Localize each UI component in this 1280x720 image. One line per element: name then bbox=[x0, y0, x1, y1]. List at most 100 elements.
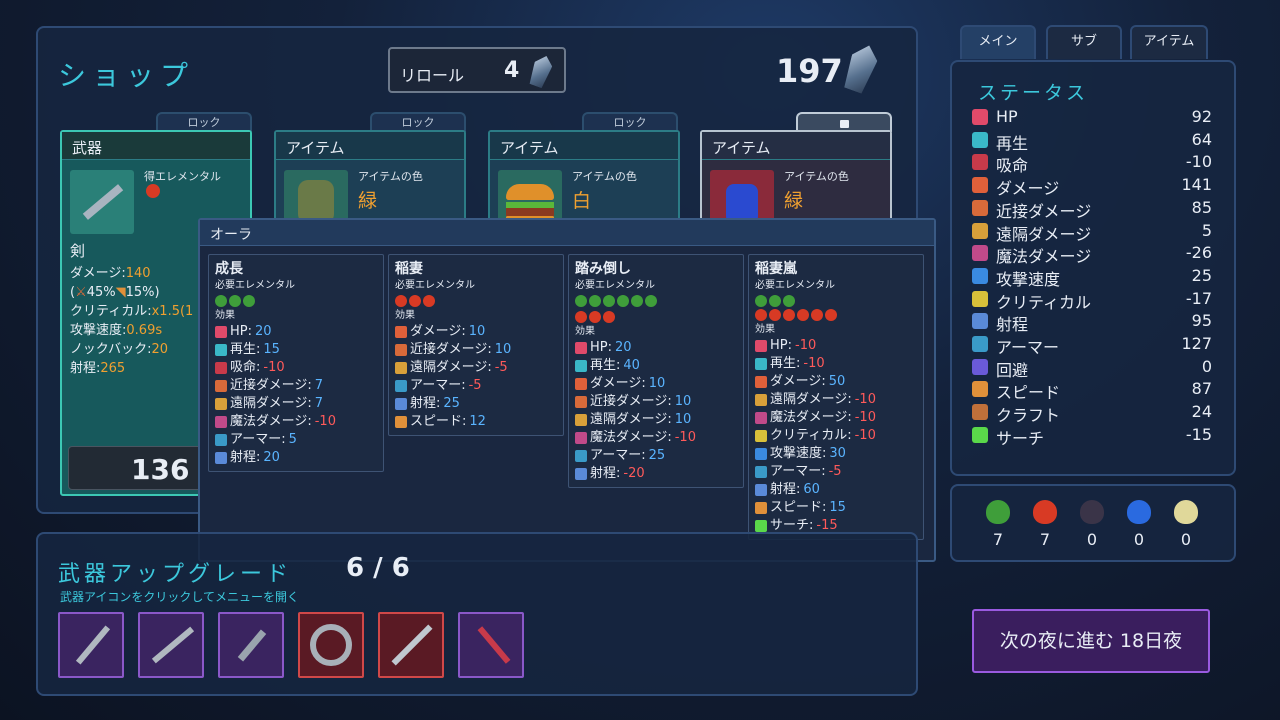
aura-stat: 再生: 40 bbox=[575, 357, 737, 375]
status-row: 射程 95 bbox=[972, 310, 1212, 335]
required-elements-label: 必要エレメンタル bbox=[575, 280, 655, 291]
lock-button[interactable]: ロック bbox=[370, 112, 466, 132]
stat-icon bbox=[972, 267, 988, 284]
card-type: アイテム bbox=[276, 132, 464, 160]
stat-name: クリティカル bbox=[996, 292, 1092, 312]
blade-icon bbox=[391, 624, 433, 666]
weapon-name: 剣 bbox=[70, 242, 86, 260]
aura-title: オーラ bbox=[200, 220, 934, 246]
aura-stat: 射程: 25 bbox=[395, 395, 557, 413]
stat-name: サーチ bbox=[996, 428, 1045, 448]
weapon-slot-blade[interactable] bbox=[378, 612, 444, 678]
stat-icon bbox=[395, 380, 407, 392]
element-count: 0 bbox=[1086, 530, 1098, 549]
crystal-icon bbox=[527, 53, 555, 89]
reroll-button[interactable]: リロール 4 bbox=[388, 47, 566, 93]
stat-name: 射程 bbox=[996, 315, 1029, 335]
aura-stat: 攻撃速度: 30 bbox=[755, 445, 917, 463]
green-element-icon bbox=[769, 295, 781, 307]
status-title: ステータス bbox=[978, 82, 1089, 104]
weapon-slot-sword[interactable] bbox=[138, 612, 204, 678]
stat-value: 85 bbox=[1191, 197, 1212, 217]
stat-icon bbox=[755, 502, 767, 514]
stat-icon bbox=[575, 432, 587, 444]
stat-icon bbox=[395, 398, 407, 410]
element-count: 0 bbox=[1133, 530, 1145, 549]
stat-icon bbox=[755, 412, 767, 424]
status-row: サーチ -15 bbox=[972, 424, 1212, 448]
element-count: 7 bbox=[1039, 530, 1051, 549]
aura-stat: 遠隔ダメージ: -10 bbox=[755, 391, 917, 409]
stat-icon bbox=[972, 313, 988, 330]
stat-value: 95 bbox=[1191, 311, 1212, 331]
weapon-slot-spear[interactable] bbox=[58, 612, 124, 678]
stat-name: 回避 bbox=[996, 360, 1029, 380]
lock-button[interactable]: ロック bbox=[582, 112, 678, 132]
stat-icon bbox=[755, 394, 767, 406]
status-row: ダメージ 141 bbox=[972, 174, 1212, 198]
tab-main[interactable]: メイン bbox=[960, 25, 1036, 59]
weapon-slot-dagger[interactable] bbox=[218, 612, 284, 678]
green-element-icon bbox=[215, 295, 227, 307]
required-elements-label: 必要エレメンタル bbox=[755, 280, 835, 291]
element-dots bbox=[395, 295, 557, 307]
element-count: 7 bbox=[992, 530, 1004, 549]
stat-name: スピード bbox=[996, 383, 1061, 403]
weapon-slot-sickle[interactable] bbox=[458, 612, 524, 678]
stat-icon bbox=[972, 109, 988, 125]
stat-icon bbox=[395, 344, 407, 356]
shop-title: ショップ bbox=[58, 59, 195, 92]
lock-button[interactable] bbox=[796, 112, 892, 132]
aura-stat: 再生: -10 bbox=[755, 355, 917, 373]
stat-value: 5 bbox=[1201, 220, 1212, 240]
card-type: 武器 bbox=[62, 132, 250, 160]
sickle-icon bbox=[477, 626, 511, 664]
padlock-icon bbox=[839, 120, 849, 128]
stat-name: 近接ダメージ bbox=[996, 201, 1092, 221]
aura-stat: スピード: 12 bbox=[395, 413, 557, 431]
stat-icon bbox=[755, 466, 767, 478]
green-element-icon bbox=[645, 295, 657, 307]
status-row: 遠隔ダメージ 5 bbox=[972, 220, 1212, 244]
required-elements-label: 必要エレメンタル bbox=[215, 280, 295, 291]
stat-value: 0 bbox=[1201, 356, 1212, 376]
red-element-icon bbox=[811, 309, 823, 321]
aura-stat: ダメージ: 50 bbox=[755, 373, 917, 391]
price: 136 bbox=[131, 453, 190, 486]
stat-name: HP bbox=[996, 107, 1018, 126]
element-icon bbox=[1080, 500, 1104, 524]
red-element-icon bbox=[395, 295, 407, 307]
stat-value: -26 bbox=[1185, 243, 1212, 263]
stat-icon bbox=[972, 336, 988, 352]
green-element-icon bbox=[603, 295, 615, 307]
red-element-icon bbox=[575, 311, 587, 323]
red-element-icon bbox=[409, 295, 421, 307]
next-night-button[interactable]: 次の夜に進む 18日夜 bbox=[972, 609, 1210, 673]
card-label: アイテムの色 bbox=[358, 170, 423, 183]
stat-icon bbox=[972, 177, 988, 194]
stat-value: -10 bbox=[1185, 152, 1212, 172]
stat-icon bbox=[395, 362, 407, 374]
aura-stat: HP: -10 bbox=[755, 337, 917, 355]
red-element-icon bbox=[423, 295, 435, 307]
aura-stat: 近接ダメージ: 7 bbox=[215, 377, 377, 395]
aura-name: 稲妻嵐 bbox=[755, 261, 797, 277]
stat-value: 25 bbox=[1191, 265, 1212, 285]
tab-items[interactable]: アイテム bbox=[1130, 25, 1208, 59]
aura-stat: 遠隔ダメージ: -5 bbox=[395, 359, 557, 377]
stat-name: アーマー bbox=[996, 338, 1060, 357]
green-element-icon bbox=[783, 295, 795, 307]
weapon-slot-ring[interactable] bbox=[298, 612, 364, 678]
upgrade-count: 6 / 6 bbox=[346, 553, 410, 583]
stat-icon bbox=[575, 468, 587, 480]
aura-stat: アーマー: -5 bbox=[395, 377, 557, 395]
green-element-icon bbox=[589, 295, 601, 307]
green-element-icon bbox=[229, 295, 241, 307]
aura-stat: 遠隔ダメージ: 7 bbox=[215, 395, 377, 413]
weapon-stats: ダメージ:140 (⚔45%◥15%) クリティカル:x1.5(1 攻撃速度:0… bbox=[70, 266, 194, 376]
stat-value: -15 bbox=[1185, 424, 1212, 444]
lock-button[interactable]: ロック bbox=[156, 112, 252, 132]
stat-icon bbox=[395, 326, 407, 338]
stat-icon bbox=[755, 376, 767, 388]
tab-sub[interactable]: サブ bbox=[1046, 25, 1122, 59]
